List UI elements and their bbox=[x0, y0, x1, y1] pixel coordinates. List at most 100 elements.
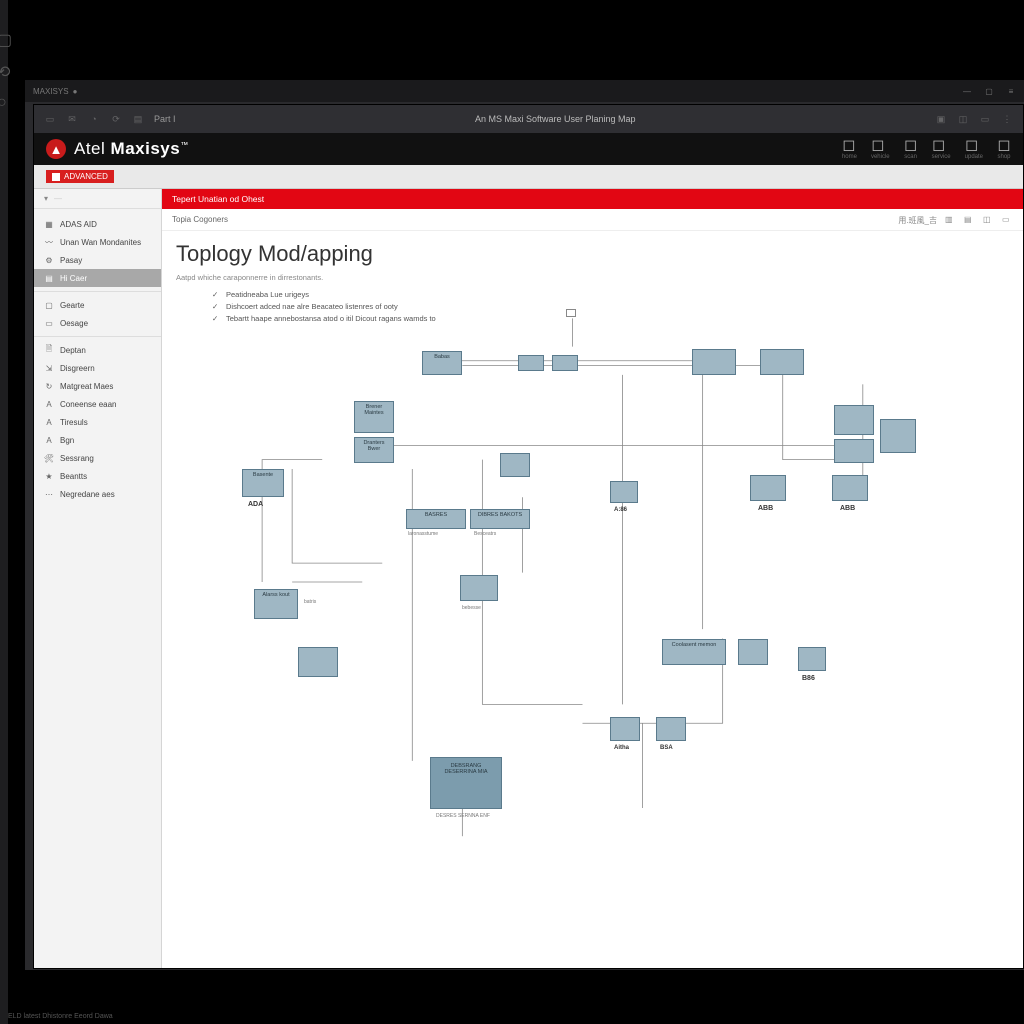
nav-label: ADAS AID bbox=[60, 220, 97, 229]
node[interactable] bbox=[610, 481, 638, 503]
node-main[interactable]: DEBSRANG DESERRINA MIA bbox=[430, 757, 502, 809]
home-icon[interactable]: ◻ bbox=[842, 138, 856, 152]
minimize-icon[interactable]: — bbox=[962, 86, 972, 96]
scan-icon[interactable]: ◻ bbox=[904, 138, 918, 152]
sidebar-item[interactable]: ⚙Pasay bbox=[34, 251, 161, 269]
sidebar-item[interactable]: ⇲Disgreern bbox=[34, 359, 161, 377]
toolbar-icon[interactable]: ◫ bbox=[983, 215, 994, 226]
nav-icon: ★ bbox=[44, 471, 54, 481]
node[interactable] bbox=[760, 349, 804, 375]
nav-label: Bgn bbox=[60, 436, 74, 445]
nav-label: Oesage bbox=[60, 319, 88, 328]
sidebar-crumb[interactable]: ▾ — bbox=[34, 189, 161, 209]
nav-icon: 🗎 bbox=[44, 345, 54, 355]
sidebar-item[interactable]: 〰Unan Wan Mondanites bbox=[34, 233, 161, 251]
sidebar-item[interactable]: ⋯Negredane aes bbox=[34, 485, 161, 503]
node[interactable] bbox=[656, 717, 686, 741]
nav-label: Disgreern bbox=[60, 364, 95, 373]
sidebar-item[interactable]: A Bgn bbox=[34, 431, 161, 449]
brand-logo-icon: ▲ bbox=[46, 139, 66, 159]
node[interactable] bbox=[832, 475, 868, 501]
nav-icon: ⋯ bbox=[44, 489, 54, 499]
tab-title[interactable]: Part I bbox=[154, 114, 176, 124]
mail-icon[interactable]: ✉ bbox=[66, 113, 78, 125]
nav-label: Hi Caer bbox=[60, 274, 87, 283]
node[interactable]: Coolasent memon bbox=[662, 639, 726, 665]
node-caption: bebesse bbox=[462, 605, 481, 611]
sidebar-item[interactable]: 🗎Deptan bbox=[34, 341, 161, 359]
advanced-chip[interactable]: ADVANCED bbox=[46, 170, 114, 183]
node[interactable] bbox=[834, 405, 874, 435]
sidebar-item[interactable]: ▤Hi Caer bbox=[34, 269, 161, 287]
nav-icon: ⚙ bbox=[44, 255, 54, 265]
node-caption: DESRES SERNNA ENF bbox=[436, 813, 490, 819]
menu-icon[interactable]: ≡ bbox=[1006, 86, 1016, 96]
refresh-icon[interactable]: ⟳ bbox=[110, 113, 122, 125]
node[interactable] bbox=[500, 453, 530, 477]
node[interactable] bbox=[750, 475, 786, 501]
topology-canvas[interactable]: Babas Brener Maintes Dranters Bwer Basen… bbox=[162, 309, 1023, 968]
node[interactable] bbox=[298, 647, 338, 677]
node[interactable] bbox=[518, 355, 544, 371]
node[interactable]: Brener Maintes bbox=[354, 401, 394, 433]
node[interactable] bbox=[692, 349, 736, 375]
update-icon[interactable]: ◻ bbox=[965, 138, 979, 152]
toolbar-icon[interactable]: ▤ bbox=[964, 215, 975, 226]
node[interactable] bbox=[798, 647, 826, 671]
node[interactable]: BASRES bbox=[406, 509, 466, 529]
nav-icon: ▦ bbox=[44, 219, 54, 229]
nav-icon: 🛠 bbox=[44, 453, 54, 463]
strip-icon[interactable]: ▢ bbox=[0, 30, 11, 44]
check-icon: ✓ bbox=[212, 290, 220, 299]
maximize-icon[interactable]: ▢ bbox=[984, 86, 994, 96]
strip-icon[interactable]: ○ bbox=[0, 94, 11, 108]
tool-icon[interactable]: ▭ bbox=[979, 113, 991, 125]
nav-icon: 〰 bbox=[44, 237, 54, 247]
node[interactable] bbox=[738, 639, 768, 665]
browser-tabbar: ▭ ✉ ◔ ⟳ ▤ Part I An MS Maxi Software Use… bbox=[34, 105, 1023, 133]
nav-label: Coneense eaan bbox=[60, 400, 117, 409]
sidebar-item[interactable]: ▢Gearte bbox=[34, 296, 161, 314]
node[interactable] bbox=[610, 717, 640, 741]
node-caption: Besceatrs bbox=[474, 531, 496, 537]
node-label: B86 bbox=[802, 675, 815, 682]
nav-icon: ↻ bbox=[44, 381, 54, 391]
node-label: Aitha bbox=[614, 745, 629, 751]
node[interactable]: Babas bbox=[422, 351, 462, 375]
doc-icon[interactable]: ▤ bbox=[132, 113, 144, 125]
node[interactable]: DIBRES BAKOTS bbox=[470, 509, 530, 529]
sidebar-item[interactable]: ▦ ADAS AID bbox=[34, 215, 161, 233]
nav-icon: A bbox=[44, 435, 54, 445]
node[interactable]: Alarss kout bbox=[254, 589, 298, 619]
back-icon[interactable]: ▭ bbox=[44, 113, 56, 125]
sidebar-item[interactable]: ↻Matgreat Maes bbox=[34, 377, 161, 395]
toolbar-icon[interactable]: ▭ bbox=[1002, 215, 1013, 226]
node-caption: batris bbox=[304, 599, 316, 605]
strip-icon[interactable]: ⟲ bbox=[0, 62, 11, 76]
os-appname: MAXISYS bbox=[33, 87, 69, 96]
service-icon[interactable]: ◻ bbox=[932, 138, 946, 152]
sidebar-item[interactable]: ★Beantts bbox=[34, 467, 161, 485]
node-label: ABB bbox=[758, 505, 773, 512]
brand-header: ▲ Atel Maxisys™ ◻home◻vehicle◻scan◻servi… bbox=[34, 133, 1023, 165]
node-caption: laronasstume bbox=[408, 531, 438, 537]
sidebar-item[interactable]: ▭Oesage bbox=[34, 314, 161, 332]
sidebar-item[interactable]: AConeense eaan bbox=[34, 395, 161, 413]
vehicle-icon[interactable]: ◻ bbox=[871, 138, 885, 152]
node[interactable]: Basente bbox=[242, 469, 284, 497]
node[interactable] bbox=[834, 439, 874, 463]
tool-icon[interactable]: ▣ bbox=[935, 113, 947, 125]
node[interactable]: Dranters Bwer bbox=[354, 437, 394, 463]
content-tab[interactable]: Topia Cogoners bbox=[162, 209, 1023, 231]
node[interactable] bbox=[880, 419, 916, 453]
nav-label: Sessrang bbox=[60, 454, 94, 463]
tool-icon[interactable]: ◫ bbox=[957, 113, 969, 125]
tool-icon[interactable]: ⋮ bbox=[1001, 113, 1013, 125]
toolbar-icon[interactable]: ▥ bbox=[945, 215, 956, 226]
node[interactable] bbox=[552, 355, 578, 371]
sidebar-item[interactable]: ATiresuls bbox=[34, 413, 161, 431]
chat-icon[interactable]: ◔ bbox=[88, 113, 100, 125]
shop-icon[interactable]: ◻ bbox=[997, 138, 1011, 152]
node[interactable] bbox=[460, 575, 498, 601]
sidebar-item[interactable]: 🛠 Sessrang bbox=[34, 449, 161, 467]
